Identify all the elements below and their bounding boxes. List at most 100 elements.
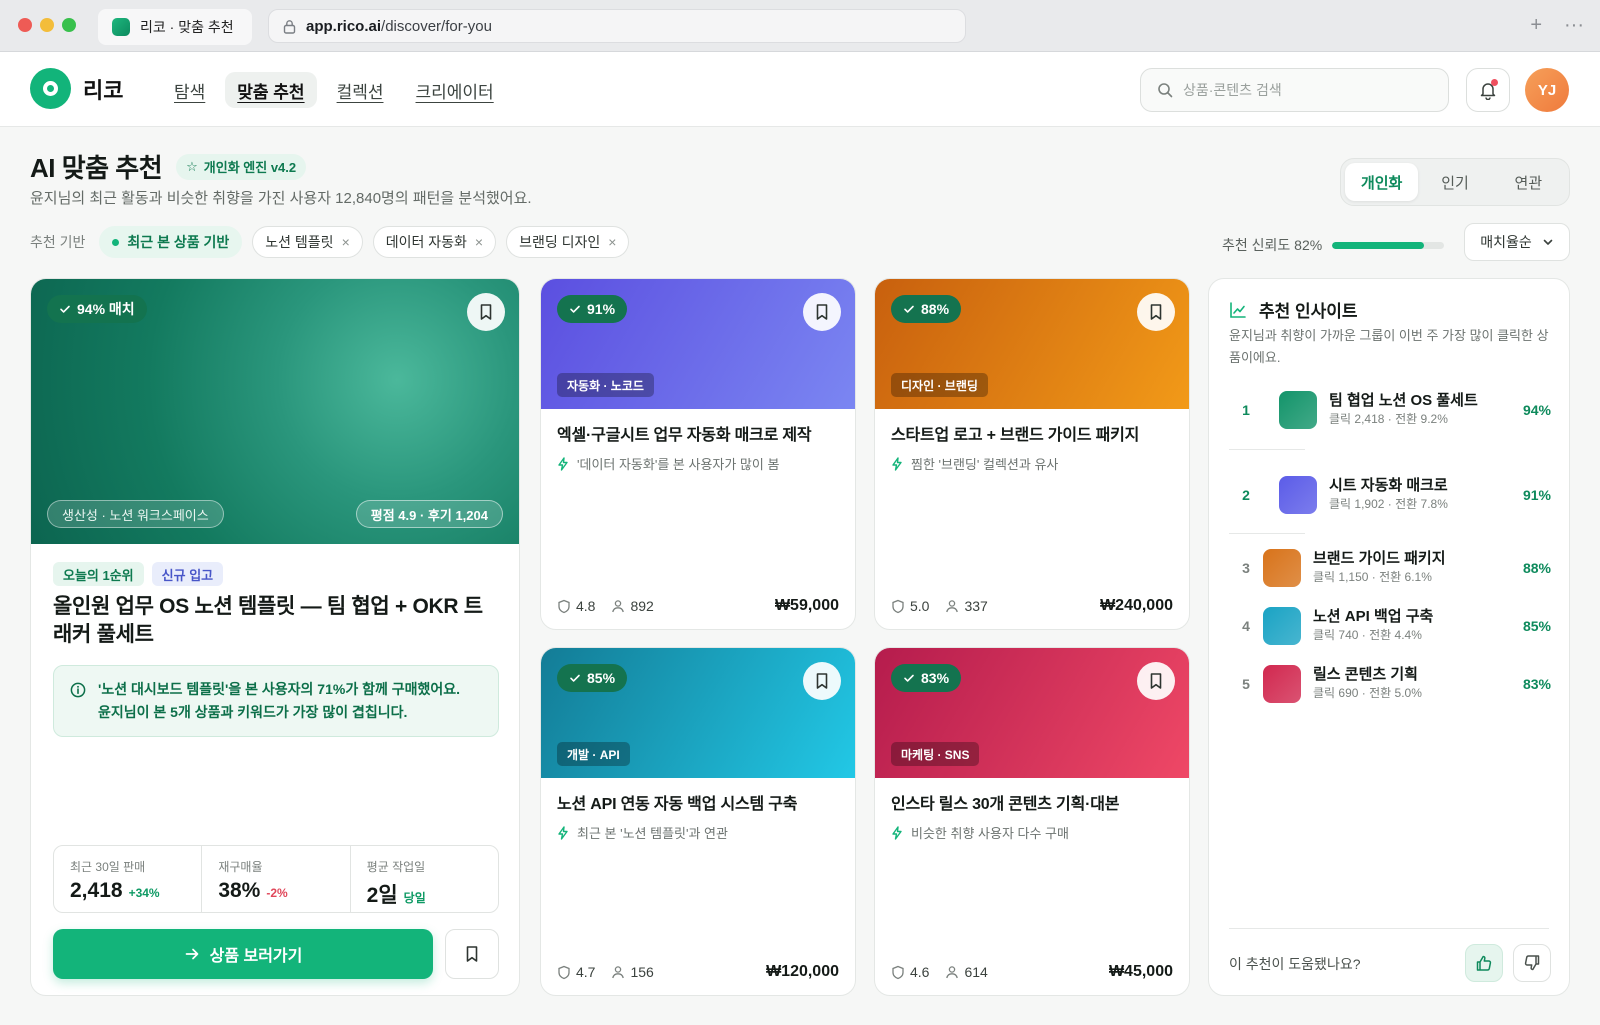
tab-popular[interactable]: 인기 [1418,163,1491,201]
rating-value: 4.7 [576,964,596,980]
buyer-count: 614 [964,964,988,980]
confidence-bar [1332,241,1445,249]
browser-tab[interactable]: 리코 · 맞춤 추천 [98,9,252,45]
price: ₩45,000 [1108,963,1173,980]
recommendation-reason: 최근 본 '노션 템플릿'과 연관 [557,823,728,842]
bookmark-button[interactable] [1137,662,1175,700]
remove-chip-icon[interactable]: × [608,234,616,250]
thumbs-down-button[interactable] [1513,944,1551,982]
rank-product-name: 팀 협업 노션 OS 풀세트 [1329,392,1478,409]
bookmark-button[interactable] [803,662,841,700]
product-title[interactable]: 엑셀·구글시트 업무 자동화 매크로 제작 [557,421,812,445]
rank-meta: 클릭 2,418 · 전환 9.2% [1329,412,1448,426]
product-title[interactable]: 인스타 릴스 30개 콘텐츠 기획·대본 [891,790,1119,814]
featured-tags: 오늘의 1순위 신규 입고 [53,562,224,586]
match-label: 85% [587,670,616,686]
rank-number: 2 [1242,487,1250,503]
sort-label: 매치율순 [1480,234,1532,250]
recommendation-reason: 비슷한 취향 사용자 다수 구매 [891,823,1069,842]
bookmark-button[interactable] [803,293,841,331]
minimize-window-button[interactable] [40,18,54,32]
filter-chip-automation[interactable]: 데이터 자동화 × [372,226,497,258]
avatar[interactable]: YJ [1525,68,1569,112]
rank-meta: 클릭 740 · 전환 4.4% [1313,628,1422,642]
tab-personalized[interactable]: 개인화 [1345,163,1419,201]
view-product-button[interactable]: 상품 보러가기 [53,929,433,979]
bookmark-icon [478,303,494,321]
price: ₩240,000 [1100,597,1173,614]
favicon-icon [112,18,130,36]
ranking-item[interactable]: 5 릴스 콘텐츠 기획 클릭 690 · 전환 5.0% 83% [1229,665,1551,703]
bookmark-icon [814,672,830,690]
check-icon [569,303,581,315]
confidence-indicator: 추천 신뢰도 82% [1222,235,1445,255]
window-controls [18,18,76,32]
product-hero: 85% 개발 · API [541,648,855,778]
search-box[interactable] [1140,68,1449,112]
featured-title[interactable]: 올인원 업무 OS 노션 템플릿 — 팀 협업 + OKR 트래커 풀세트 [53,593,499,649]
logo[interactable]: 리코 [30,68,123,109]
ranking-item[interactable]: 3 브랜드 가이드 패키지 클릭 1,150 · 전환 6.1% 88% [1229,549,1551,587]
stat-value: 38% [218,879,261,902]
ranking-item[interactable]: 4 노션 API 백업 구축 클릭 740 · 전환 4.4% 85% [1229,607,1551,645]
bookmark-button[interactable] [1137,293,1175,331]
search-input[interactable] [1183,82,1423,98]
remove-chip-icon[interactable]: × [475,234,483,250]
ranking-item[interactable]: 1 팀 협업 노션 OS 풀세트 클릭 2,418 · 전환 9.2% 94% [1229,391,1551,429]
tab-related[interactable]: 연관 [1492,163,1565,201]
stat-value: 2,418 [70,879,123,902]
notifications-button[interactable] [1466,68,1510,112]
nav-for-you[interactable]: 맞춤 추천 [225,72,317,108]
recommendation-mode-tabs: 개인화 인기 연관 [1340,158,1570,206]
close-window-button[interactable] [18,18,32,32]
rating-value: 5.0 [910,598,930,614]
shield-icon [557,599,571,614]
tag-top-rank: 오늘의 1순위 [53,562,144,586]
product-card[interactable]: 88% 디자인 · 브랜딩 스타트업 로고 + 브랜드 가이드 패키지 찜한 '… [874,278,1190,630]
rating-chip: 평점 4.9 · 후기 1,204 [355,500,503,528]
product-title[interactable]: 스타트업 로고 + 브랜드 가이드 패키지 [891,421,1139,445]
address-bar[interactable]: app.rico.ai/discover/for-you [268,9,966,43]
app-header: 리코 탐색 맞춤 추천 컬렉션 크리에이터 YJ [0,52,1600,127]
maximize-window-button[interactable] [62,18,76,32]
match-label: 91% [587,301,616,317]
nav-creators[interactable]: 크리에이터 [404,72,506,108]
thumbs-up-button[interactable] [1465,944,1503,982]
user-icon [945,599,959,613]
sort-dropdown[interactable]: 매치율순 [1464,223,1570,261]
product-title[interactable]: 노션 API 연동 자동 백업 시스템 구축 [557,790,798,814]
nav-collections[interactable]: 컬렉션 [325,72,396,108]
save-product-button[interactable] [445,929,499,979]
ranking-item[interactable]: 2 시트 자동화 매크로 클릭 1,902 · 전환 7.8% 91% [1229,476,1551,514]
remove-chip-icon[interactable]: × [342,234,350,250]
logo-text: 리코 [83,77,124,103]
browser-menu-button[interactable]: ··· [1564,14,1584,36]
feedback-question: 이 추천이 도움됐나요? [1229,956,1361,972]
lightning-icon [891,825,903,840]
reason-line-1: '노션 대시보드 템플릿'을 본 사용자의 71%가 함께 구매했어요. [98,681,461,697]
engine-badge: ☆ 개인화 엔진 v4.2 [176,153,307,180]
filter-bar: 추천 기반 최근 본 상품 기반 노션 템플릿 × 데이터 자동화 × 브랜딩 … [30,226,630,258]
product-card[interactable]: 85% 개발 · API 노션 API 연동 자동 백업 시스템 구축 최근 본… [540,647,856,996]
product-thumbnail [1279,391,1317,429]
reason-text: '데이터 자동화'를 본 사용자가 많이 봄 [577,457,780,472]
rating-value: 4.8 [576,598,596,614]
nav-explore[interactable]: 탐색 [162,72,217,108]
product-card[interactable]: 83% 마케팅 · SNS 인스타 릴스 30개 콘텐츠 기획·대본 비슷한 취… [874,647,1190,996]
shield-icon [891,599,905,614]
bookmark-icon [1148,303,1164,321]
price: ₩120,000 [766,963,839,980]
product-card[interactable]: 91% 자동화 · 노코드 엑셀·구글시트 업무 자동화 매크로 제작 '데이터… [540,278,856,630]
stat-sales: 최근 30일 판매 2,418 +34% [54,846,203,912]
featured-stats: 최근 30일 판매 2,418 +34% 재구매율 38% -2% 평균 작업일 2… [53,845,499,913]
filter-chip-branding[interactable]: 브랜딩 디자인 × [506,226,630,258]
filter-chip-recent[interactable]: 최근 본 상품 기반 [99,226,243,258]
filter-chip-notion[interactable]: 노션 템플릿 × [252,226,363,258]
new-tab-button[interactable]: + [1530,14,1542,36]
bookmark-button[interactable] [467,293,505,331]
rank-meta: 클릭 1,902 · 전환 7.8% [1329,497,1448,511]
feedback-buttons [1465,944,1551,982]
confidence-label: 추천 신뢰도 82% [1222,237,1323,253]
rank-product-name: 시트 자동화 매크로 [1329,477,1448,494]
featured-product-card[interactable]: 94% 매치 생산성 · 노션 워크스페이스 평점 4.9 · 후기 1,204… [30,278,520,996]
